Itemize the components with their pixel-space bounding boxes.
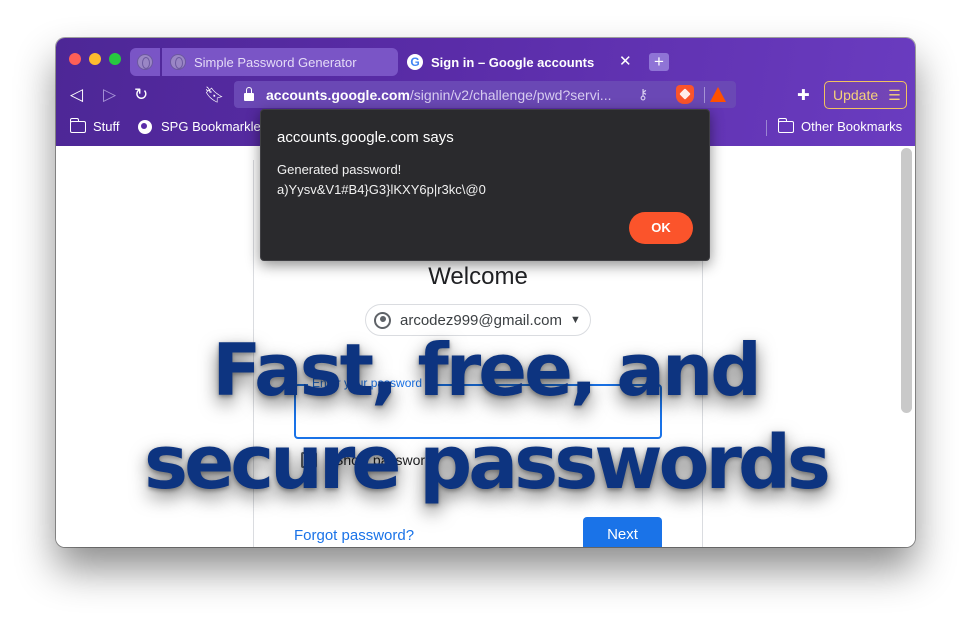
reload-icon[interactable]: ↻ — [134, 85, 148, 105]
globe-icon — [137, 54, 153, 70]
menu-icon: ☰ — [888, 86, 901, 103]
new-tab-button[interactable]: + — [649, 53, 669, 71]
zoom-window-button[interactable] — [109, 53, 121, 65]
headline-line-2: secure passwords — [144, 420, 831, 506]
globe-icon — [138, 119, 152, 134]
google-icon: G — [407, 54, 423, 70]
bookmark-spg-bookmarklet[interactable]: SPG Bookmarklet — [138, 119, 264, 134]
bookmark-label: Other Bookmarks — [801, 119, 903, 134]
bookmark-other-bookmarks[interactable]: Other Bookmarks — [777, 117, 903, 134]
close-tab-icon[interactable]: ✕ — [619, 52, 632, 70]
extensions-icon[interactable]: ✚ — [797, 86, 810, 104]
bookmark-stuff[interactable]: Stuff — [69, 117, 120, 134]
url-host: accounts.google.com — [266, 86, 410, 103]
back-icon[interactable]: ◁ — [70, 85, 83, 105]
globe-icon — [170, 54, 186, 70]
next-button[interactable]: Next — [583, 517, 662, 547]
key-icon[interactable]: ⚷ — [638, 86, 648, 103]
bookmark-label: SPG Bookmarklet — [161, 119, 265, 134]
chevron-down-icon: ▼ — [569, 314, 581, 326]
toolbar-divider — [704, 87, 705, 103]
bookmark-icon[interactable]: 🔖︎ — [204, 85, 224, 105]
forgot-password-link[interactable]: Forgot password? — [294, 527, 414, 544]
brave-rewards-icon[interactable] — [710, 87, 726, 102]
dialog-title: accounts.google.com says — [277, 129, 454, 146]
dialog-message: Generated password! a)Yysv&V1#B4}G3}lKXY… — [277, 160, 486, 200]
update-button[interactable]: Update ☰ — [824, 81, 907, 109]
update-label: Update — [833, 87, 879, 103]
bookmark-divider — [766, 120, 767, 136]
bookmark-label: Stuff — [93, 119, 120, 134]
brave-shields-icon[interactable] — [676, 85, 694, 104]
ok-button[interactable]: OK — [629, 212, 693, 244]
generated-password: a)Yysv&V1#B4}G3}lKXY6p|r3kc\@0 — [277, 182, 486, 197]
dialog-message-line: Generated password! — [277, 162, 402, 177]
tab-google-signin[interactable]: G Sign in – Google accounts — [399, 48, 645, 76]
minimize-window-button[interactable] — [89, 53, 101, 65]
welcome-heading: Welcome — [428, 263, 528, 290]
tab-pinned[interactable] — [130, 48, 160, 76]
account-email: arcodez999@gmail.com — [400, 311, 562, 329]
headline-line-1: Fast, free, and — [212, 328, 762, 412]
alert-dialog: accounts.google.com says Generated passw… — [260, 109, 710, 261]
folder-icon — [69, 117, 86, 133]
url-path: /signin/v2/challenge/pwd?servi... — [409, 86, 612, 103]
forward-icon[interactable]: ▷ — [103, 85, 116, 105]
close-window-button[interactable] — [69, 53, 81, 65]
account-circle-icon — [374, 311, 391, 329]
lock-icon — [244, 86, 254, 101]
tab-label: Sign in – Google accounts — [431, 54, 595, 70]
tab-label: Simple Password Generator — [194, 54, 357, 70]
tab-simple-password-generator[interactable]: Simple Password Generator — [162, 48, 398, 76]
address-bar[interactable]: accounts.google.com/signin/v2/challenge/… — [234, 81, 736, 108]
folder-icon — [777, 117, 794, 133]
